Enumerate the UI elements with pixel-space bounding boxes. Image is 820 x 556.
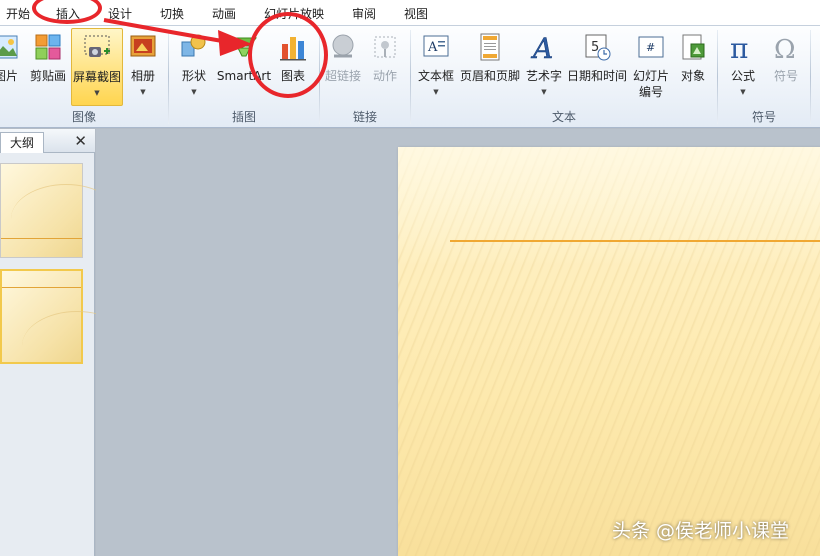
watermark: 头条 @侯老师小课堂 xyxy=(612,520,790,542)
annotation-arrow xyxy=(103,18,252,56)
